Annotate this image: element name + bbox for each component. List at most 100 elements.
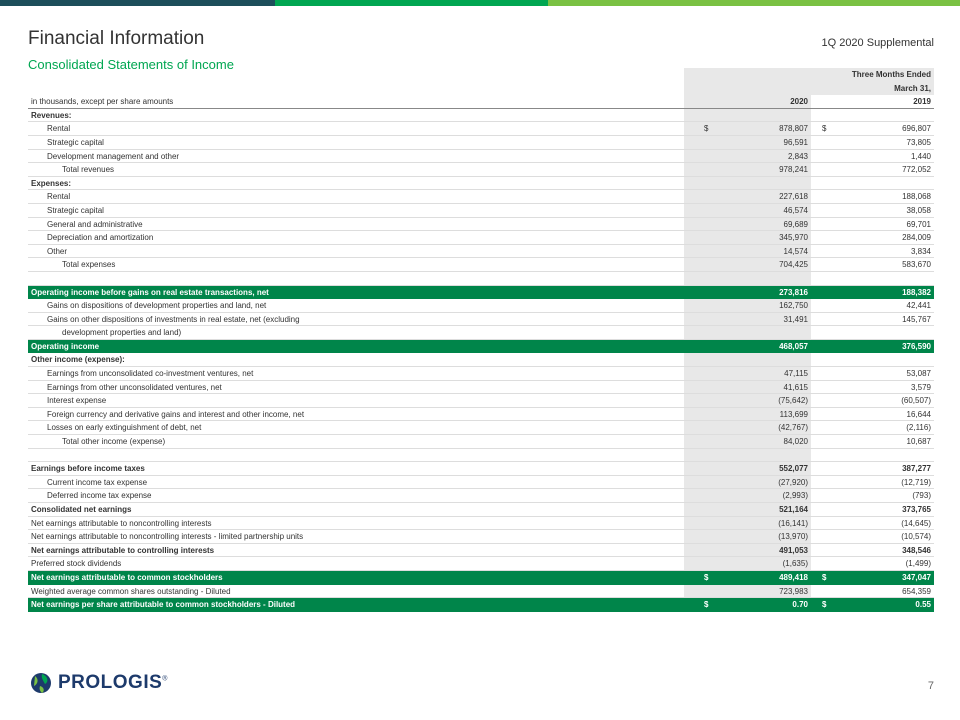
row-label: Net earnings per share attributable to c…	[31, 600, 296, 610]
value-2020: 162,750	[779, 301, 808, 311]
row-label: Earnings before income taxes	[31, 464, 145, 474]
value-2019: 347,047	[902, 572, 931, 582]
value-2019: 69,701	[906, 219, 931, 229]
row-label: Net earnings attributable to noncontroll…	[31, 518, 212, 528]
page-title: Financial Information	[28, 28, 205, 49]
value-2020: 46,574	[783, 205, 808, 215]
row-label: Strategic capital	[47, 137, 104, 147]
value-2020: 14,574	[783, 246, 808, 256]
value-2019: 42,441	[906, 301, 931, 311]
table-row: General and administrative 69,689 69,701	[28, 217, 934, 232]
dollar-sign-2020: $	[704, 124, 709, 134]
value-2019: 53,087	[906, 369, 931, 379]
value-2020: 96,591	[783, 137, 808, 147]
value-2019: 38,058	[906, 205, 931, 215]
value-2020: 521,164	[779, 505, 808, 514]
table-row: Total revenues 978,241 772,052	[28, 163, 934, 177]
value-2020: 84,020	[783, 437, 808, 447]
page-number: 7	[927, 680, 934, 692]
table-row: Operating income before gains on real es…	[28, 285, 934, 300]
row-label: Operating income before gains on real es…	[31, 287, 269, 297]
value-2020: (42,767)	[778, 423, 808, 433]
table-row: Current income tax expense (27,920) (12,71…	[28, 475, 934, 490]
value-2019: 696,807	[902, 124, 931, 134]
value-2019: 376,590	[902, 341, 931, 351]
table-row: Net earnings attributable to common stoc…	[28, 570, 934, 585]
table-row: Gains on dispositions of development pro…	[28, 299, 934, 313]
table-row: Rental $ $878,807 696,807	[28, 122, 934, 136]
value-2020: 978,241	[779, 165, 808, 175]
table-row: Other 14,574 3,834	[28, 244, 934, 259]
value-2020: (13,970)	[778, 532, 808, 542]
value-2019: 3,834	[910, 246, 931, 256]
table-row: Net earnings attributable to controlling…	[28, 543, 934, 558]
table-row: Earnings from unconsolidated co-investme…	[28, 367, 934, 381]
dollar-sign-2019: $	[822, 572, 827, 582]
top-color-bar	[0, 0, 960, 6]
table-row: Strategic capital 46,574 38,058	[28, 203, 934, 218]
value-2019: 188,068	[902, 192, 931, 202]
value-2020: 468,057	[779, 341, 808, 351]
row-label: Foreign currency and derivative gains an…	[47, 409, 305, 419]
value-2020: 489,418	[779, 572, 808, 582]
row-label: Expenses:	[31, 178, 72, 188]
row-label: Total expenses	[62, 260, 116, 270]
value-2019: 73,805	[906, 137, 931, 147]
table-row	[28, 448, 934, 463]
value-2020: 41,615	[783, 382, 808, 392]
table-header-period-1: Three Months Ended	[28, 68, 934, 82]
row-label: Weighted average common shares outstandi…	[31, 586, 231, 596]
value-2019: (10,574)	[901, 532, 931, 542]
table-row: Earnings from other unconsolidated ventu…	[28, 380, 934, 395]
row-label: Net earnings attributable to common stoc…	[31, 572, 223, 582]
value-2019: 1,440	[910, 151, 931, 161]
table-row: Net earnings attributable to noncontroll…	[28, 516, 934, 531]
value-2020: (2,993)	[782, 491, 808, 501]
row-label: Earnings from unconsolidated co-investme…	[47, 369, 254, 379]
value-2019: 387,277	[902, 464, 931, 474]
value-2020: (16,141)	[778, 518, 808, 528]
value-2019: 16,644	[906, 409, 931, 419]
value-2020: (27,920)	[778, 477, 808, 487]
logo-text: PROLOGIS®	[58, 672, 168, 693]
value-2019: 583,670	[902, 260, 931, 270]
value-2019: (1,499)	[905, 559, 931, 569]
value-2019: (793)	[912, 491, 931, 501]
top-bar-segment-lime	[548, 0, 960, 6]
column-header-2019: 2019	[913, 97, 931, 107]
income-statement-table: Three Months Ended March 31, in thousand…	[28, 68, 934, 612]
table-row: Rental 227,618 188,068	[28, 190, 934, 204]
table-row: Strategic capital 96,591 73,805	[28, 135, 934, 150]
table-row	[28, 271, 934, 286]
dollar-sign-2019: $	[822, 600, 827, 610]
row-label: Other	[47, 246, 68, 256]
row-label: Net earnings attributable to controlling…	[31, 545, 215, 555]
value-2019: 373,765	[902, 505, 931, 514]
value-2019: 188,382	[902, 287, 931, 297]
value-2020: 273,816	[779, 287, 808, 297]
row-label: Revenues:	[31, 110, 72, 120]
dollar-sign-2020: $	[704, 572, 709, 582]
top-bar-segment-green	[275, 0, 548, 6]
row-label: General and administrative	[47, 219, 143, 229]
value-2020: 878,807	[779, 124, 808, 134]
table-row: Total other income (expense) 84,020 10,687	[28, 435, 934, 449]
row-label: Development management and other	[47, 151, 180, 161]
row-label: Rental	[47, 192, 71, 202]
table-row: Development management and other 2,843 1,4…	[28, 149, 934, 164]
row-label: Rental	[47, 124, 71, 134]
row-label: Operating income	[31, 341, 100, 351]
row-label: Gains on dispositions of development pro…	[47, 301, 267, 311]
value-2019: 284,009	[902, 233, 931, 243]
row-label: Interest expense	[47, 396, 107, 406]
value-2020: (1,635)	[782, 559, 808, 569]
table-row: Gains on other dispositions of investmen…	[28, 312, 934, 327]
row-label: Other income (expense):	[31, 355, 125, 365]
supplemental-label: 1Q 2020 Supplemental	[821, 37, 934, 49]
period-label-line2: March 31,	[894, 83, 931, 93]
value-2019: (12,719)	[901, 477, 931, 487]
company-logo: PROLOGIS®	[30, 670, 168, 696]
value-2020: 69,689	[783, 219, 808, 229]
value-2019: 3,579	[910, 382, 931, 392]
table-header-period-2: March 31,	[28, 81, 934, 96]
